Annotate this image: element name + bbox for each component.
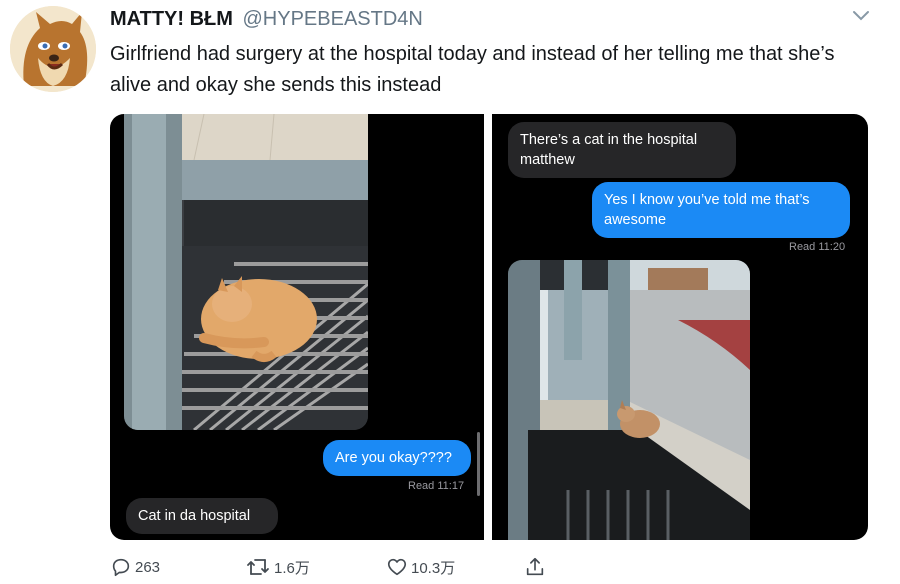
reply-count: 263 bbox=[135, 558, 161, 576]
media-image-left[interactable]: Are you okay???? Read 11:17 Cat in da ho… bbox=[110, 114, 484, 540]
display-name[interactable]: MATTY! BŁM bbox=[110, 8, 233, 30]
share-button[interactable] bbox=[524, 556, 546, 578]
like-count: 10.3万 bbox=[411, 559, 456, 577]
cat-photo-right bbox=[508, 260, 750, 540]
tweet-text: Girlfriend had surgery at the hospital t… bbox=[110, 43, 835, 96]
chevron-down-icon[interactable] bbox=[852, 10, 870, 22]
reply-button[interactable]: 263 bbox=[110, 556, 160, 578]
reply-icon bbox=[112, 558, 130, 577]
like-icon bbox=[387, 558, 407, 576]
message-bubble-received: Cat in da hospital bbox=[126, 498, 278, 534]
avatar[interactable] bbox=[10, 6, 96, 92]
avatar-illustration bbox=[10, 6, 96, 92]
message-bubble-sent: Are you okay???? bbox=[323, 440, 471, 476]
share-icon bbox=[526, 557, 544, 576]
like-button[interactable]: 10.3万 bbox=[386, 556, 455, 578]
media-image-right[interactable]: There’s a cat in the hospital matthew Ye… bbox=[492, 114, 868, 540]
cat-photo-left bbox=[124, 114, 368, 430]
message-bubble-received: There’s a cat in the hospital matthew bbox=[508, 122, 736, 178]
retweet-count: 1.6万 bbox=[274, 559, 310, 577]
tweet-header: MATTY! BŁM @HYPEBEASTD4N bbox=[110, 8, 423, 31]
retweet-icon bbox=[247, 559, 269, 575]
retweet-button[interactable]: 1.6万 bbox=[245, 556, 310, 578]
message-bubble-sent: Yes I know you’ve told me that’s awesome bbox=[592, 182, 850, 238]
read-receipt: Read 11:17 bbox=[408, 480, 465, 492]
read-receipt: Read 11:20 bbox=[789, 241, 846, 253]
user-handle[interactable]: @HYPEBEASTD4N bbox=[243, 8, 423, 30]
scroll-indicator bbox=[477, 432, 480, 496]
